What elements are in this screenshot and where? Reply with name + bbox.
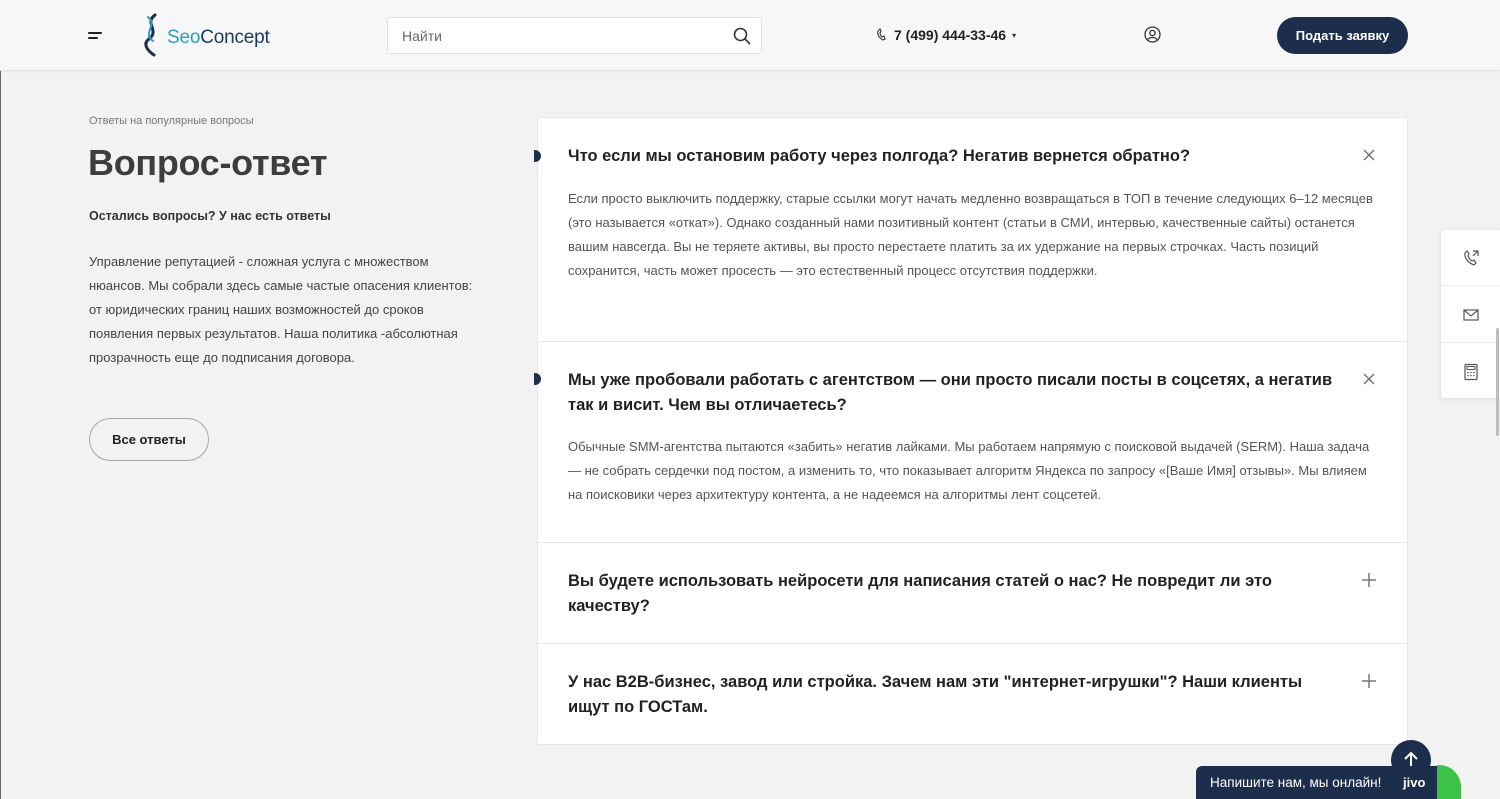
callback-button[interactable]: [1441, 230, 1500, 286]
floating-contact-panel: [1440, 229, 1500, 399]
dna-logo-icon: [144, 13, 157, 57]
active-marker: [534, 150, 541, 162]
page-title: Вопрос-ответ: [88, 142, 328, 183]
email-button[interactable]: [1441, 287, 1500, 343]
chevron-down-icon[interactable]: ▾: [1012, 31, 1016, 40]
faq-answer: Если просто выключить поддержку, старые …: [568, 191, 1373, 278]
logo-text: SeoConcept: [167, 27, 270, 48]
phone-number: 7 (499) 444-33-46: [894, 27, 1007, 43]
active-marker: [534, 373, 541, 385]
site-header: SeoConcept 7 (499) 444-33-46 ▾ Подать за…: [0, 0, 1500, 71]
submit-request-button[interactable]: Подать заявку: [1277, 17, 1408, 54]
section-caption: Ответы на популярные вопросы: [89, 115, 254, 127]
page-edge: [0, 0, 1, 799]
faq-item: Вы будете использовать нейросети для нап…: [538, 543, 1407, 644]
chat-label: Напишите нам, мы онлайн!: [1210, 775, 1382, 790]
faq-answer: Обычные SMM-агентства пытаются «забить» …: [568, 439, 1370, 502]
plus-icon[interactable]: [1360, 571, 1378, 589]
mail-icon: [1463, 308, 1479, 321]
phone-icon: [877, 28, 886, 41]
section-subtitle: Остались вопросы? У нас есть ответы: [89, 209, 331, 223]
faq-question[interactable]: Вы будете использовать нейросети для нап…: [568, 569, 1338, 619]
user-icon[interactable]: [1144, 26, 1161, 43]
calculator-icon: [1464, 363, 1478, 381]
scrollbar-thumb[interactable]: [1496, 328, 1499, 436]
chat-brand: jivo: [1403, 775, 1426, 790]
all-answers-button[interactable]: Все ответы: [89, 418, 209, 461]
faq-item: Мы уже пробовали работать с агентством —…: [534, 342, 1407, 543]
live-chat-widget[interactable]: Напишите нам, мы онлайн! jivo: [1196, 766, 1444, 799]
close-icon[interactable]: [1360, 370, 1378, 388]
search-input[interactable]: [388, 18, 708, 53]
section-description: Управление репутацией - сложная услуга с…: [89, 254, 473, 365]
close-icon[interactable]: [1360, 146, 1378, 164]
phone-callback-icon: [1464, 249, 1479, 266]
faq-question[interactable]: У нас B2B-бизнес, завод или стройка. Зач…: [568, 670, 1338, 720]
search-box: [387, 17, 762, 54]
menu-icon[interactable]: [88, 30, 104, 42]
faq-question[interactable]: Что если мы остановим работу через полго…: [568, 144, 1338, 169]
faq-item: Что если мы остановим работу через полго…: [534, 118, 1407, 342]
search-icon[interactable]: [733, 27, 751, 45]
phone-link[interactable]: 7 (499) 444-33-46 ▾: [876, 27, 1016, 43]
faq-accordion: Что если мы остановим работу через полго…: [534, 117, 1408, 745]
plus-icon[interactable]: [1360, 672, 1378, 690]
chat-bubble-icon[interactable]: [1437, 765, 1461, 799]
faq-question[interactable]: Мы уже пробовали работать с агентством —…: [568, 368, 1338, 418]
logo[interactable]: SeoConcept: [140, 13, 270, 57]
faq-item: У нас B2B-бизнес, завод или стройка. Зач…: [538, 644, 1407, 744]
calculator-button[interactable]: [1441, 344, 1500, 400]
